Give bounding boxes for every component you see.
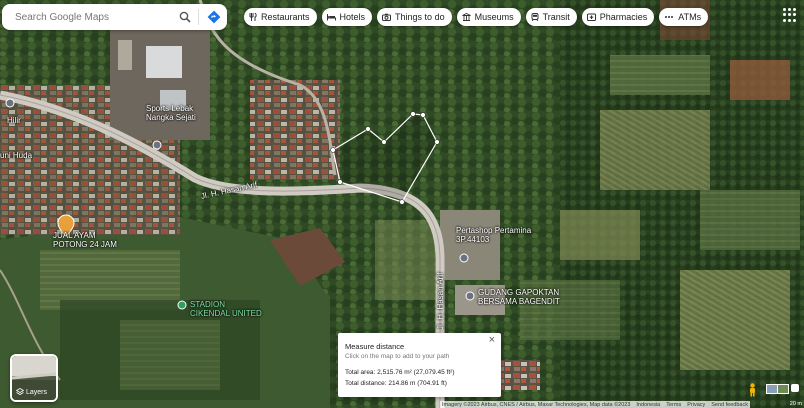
pharmacy-icon <box>586 13 596 21</box>
chip-pharmacies[interactable]: Pharmacies <box>581 8 655 26</box>
measure-distance-panel: Measure distance × Click on the map to a… <box>338 333 501 397</box>
search-divider <box>198 9 199 25</box>
layers-icon <box>16 388 24 395</box>
transit-icon <box>531 13 539 21</box>
chip-label: Transit <box>542 12 570 22</box>
scale-bar[interactable]: 20 m <box>790 401 802 407</box>
close-icon[interactable]: × <box>489 334 495 346</box>
place-label-gudang-2[interactable]: BERSAMA BAGENDIT <box>478 297 560 306</box>
region-link[interactable]: Indonesia <box>636 402 660 408</box>
atm-icon <box>665 16 674 18</box>
camera-icon <box>382 13 392 21</box>
directions-icon[interactable] <box>201 6 227 28</box>
measure-hint: Click on the map to add to your path <box>345 353 450 360</box>
measure-title: Measure distance <box>345 342 405 351</box>
place-label-stadion-2[interactable]: CIKENDAL UNITED <box>190 309 262 318</box>
place-label-huda[interactable]: uni Huda <box>0 151 32 160</box>
category-chips: Restaurants Hotels Things to do Museums … <box>244 8 709 26</box>
place-label-pertashop[interactable]: Pertashop Pertamina <box>456 226 531 235</box>
chip-restaurants[interactable]: Restaurants <box>244 8 317 26</box>
imagery-credit: Imagery ©2023 Airbus, CNES / Airbus, Max… <box>442 401 631 408</box>
place-label-jual-ayam[interactable]: JUAL AYAM <box>53 231 96 240</box>
museum-icon <box>461 13 471 21</box>
chip-label: Things to do <box>395 12 445 22</box>
pegman-icon[interactable] <box>748 383 757 397</box>
measure-total-distance: Total distance: 214.86 m (704.91 ft) <box>345 380 447 387</box>
search-input[interactable]: Search Google Maps <box>2 12 174 23</box>
place-label-pertashop-2[interactable]: 3P.44103 <box>456 235 489 244</box>
layers-button[interactable]: Layers <box>10 354 58 402</box>
place-pin-stadion[interactable] <box>177 300 187 310</box>
chip-transit[interactable]: Transit <box>525 8 577 26</box>
place-label-gudang[interactable]: GUDANG GAPOKTAN <box>478 288 559 297</box>
fullscreen-icon[interactable] <box>791 384 799 392</box>
hotel-icon <box>326 14 336 21</box>
layers-label: Layers <box>26 388 48 396</box>
map-footer: Imagery ©2023 Airbus, CNES / Airbus, Max… <box>440 401 750 408</box>
place-label-sports[interactable]: Sports Lebak <box>146 104 193 113</box>
road-label-hasan-arif-vertical: Jl. H. Hasan Arif <box>436 272 445 330</box>
place-label-stadion[interactable]: STADION <box>190 300 225 309</box>
place-pin-pertashop[interactable] <box>459 253 469 263</box>
chip-label: Hotels <box>339 12 366 22</box>
measure-total-area: Total area: 2,515.76 m² (27,079.45 ft²) <box>345 369 455 376</box>
chip-things-to-do[interactable]: Things to do <box>377 8 452 26</box>
send-feedback-link[interactable]: Send feedback <box>711 402 748 408</box>
search-box[interactable]: Search Google Maps <box>2 4 227 30</box>
chip-label: ATMs <box>678 12 702 22</box>
apps-grid-icon[interactable] <box>783 8 797 22</box>
place-pin-hilir[interactable] <box>5 98 15 108</box>
place-label-hilir[interactable]: Hilir <box>7 116 21 125</box>
restaurant-icon <box>249 13 257 21</box>
place-pin-sports[interactable] <box>152 140 162 150</box>
place-label-sports-2[interactable]: Nangka Sejati <box>146 113 196 122</box>
terms-link[interactable]: Terms <box>666 402 681 408</box>
chip-label: Restaurants <box>261 12 310 22</box>
privacy-link[interactable]: Privacy <box>687 402 705 408</box>
chip-museums[interactable]: Museums <box>456 8 521 26</box>
chip-label: Pharmacies <box>599 12 648 22</box>
chip-hotels[interactable]: Hotels <box>321 8 373 26</box>
place-pin-gudang[interactable] <box>465 291 475 301</box>
place-label-jual-ayam-2[interactable]: POTONG 24 JAM <box>53 240 117 249</box>
layers-label-group: Layers <box>16 388 47 396</box>
chip-atms[interactable]: ATMs <box>659 8 709 26</box>
search-icon[interactable] <box>174 6 196 28</box>
imagery-thumbnail-2[interactable] <box>777 384 789 394</box>
chip-label: Museums <box>474 12 514 22</box>
